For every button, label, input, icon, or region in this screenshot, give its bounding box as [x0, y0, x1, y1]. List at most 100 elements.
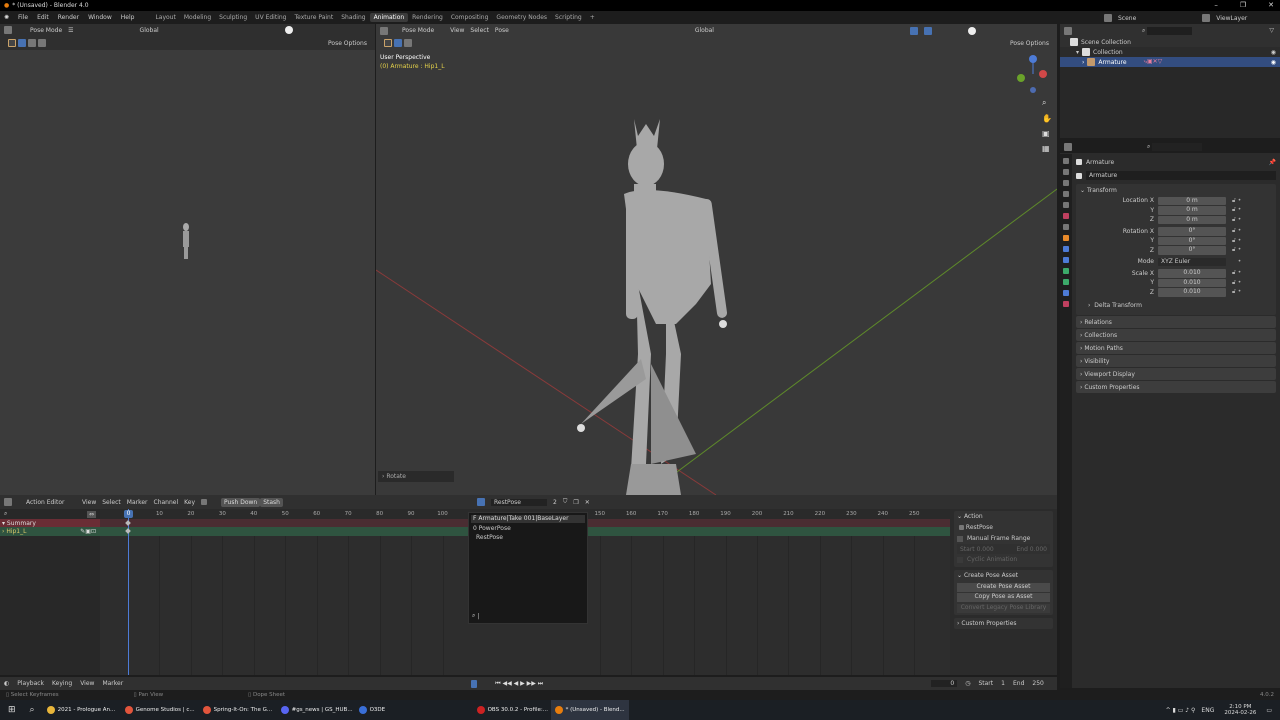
lock-icon[interactable]: 🔓︎ • [1232, 246, 1241, 254]
world-tab-icon[interactable] [1063, 213, 1069, 219]
current-frame-field[interactable]: 0 [931, 680, 958, 687]
workspace-tab--[interactable]: + [586, 13, 599, 22]
action-name-field[interactable]: RestPose [490, 498, 547, 506]
workspace-tab-animation[interactable]: Animation [369, 13, 409, 22]
mode-select[interactable]: Pose Mode [30, 27, 62, 34]
outliner-item[interactable]: Scene Collection [1081, 39, 1131, 46]
taskbar-app[interactable]: 2021 - Prologue An... [43, 700, 121, 720]
object-tab-icon[interactable] [1063, 235, 1069, 241]
delta-transform-panel[interactable]: › Delta Transform [1076, 300, 1276, 311]
render-tab-icon[interactable] [1063, 169, 1069, 175]
menu-edit[interactable]: Edit [37, 14, 49, 21]
menu-view[interactable]: View [82, 499, 96, 506]
workspace-tab-texture-paint[interactable]: Texture Paint [290, 13, 337, 22]
start-frame-field[interactable]: 1 [1001, 680, 1005, 687]
menu-channel[interactable]: Channel [154, 499, 179, 506]
end-frame-field[interactable]: 250 [1032, 680, 1043, 687]
modifier-tab-icon[interactable] [1063, 246, 1069, 252]
camera-icon[interactable]: ▣ [1042, 129, 1052, 138]
display-mode-icon[interactable] [1064, 26, 1072, 35]
transform-field[interactable]: 0° [1158, 236, 1226, 245]
transform-field[interactable]: 0.010 [1158, 288, 1226, 297]
lock-icon[interactable]: 🔓︎ • [1232, 227, 1241, 235]
menu-keying[interactable]: Keying [52, 680, 72, 687]
workspace-tab-geometry-nodes[interactable]: Geometry Nodes [492, 13, 551, 22]
language-indicator[interactable]: ENG [1201, 707, 1214, 714]
menu-key[interactable]: Key [184, 499, 195, 506]
filter-icon[interactable] [201, 499, 208, 505]
taskbar-app[interactable]: Genome Studios | c... [121, 700, 199, 720]
filter-icon[interactable]: ▽ [1269, 27, 1274, 34]
lock-icon[interactable]: 🔓︎ • [1232, 216, 1241, 224]
stopwatch-icon[interactable]: ◷ [965, 680, 970, 687]
workspace-tab-rendering[interactable]: Rendering [408, 13, 447, 22]
grid-icon[interactable]: ▦ [1042, 144, 1052, 153]
panel-viewport-display[interactable]: › Viewport Display [1076, 368, 1276, 380]
select-mode-icon[interactable] [28, 39, 36, 47]
manual-range-checkbox[interactable] [957, 535, 963, 542]
workspace-tab-shading[interactable]: Shading [337, 13, 369, 22]
search-icon[interactable]: ⌕ [4, 510, 7, 518]
custom-properties-panel[interactable]: › Custom Properties [954, 618, 1053, 629]
transform-field[interactable]: 0.010 [1158, 278, 1226, 287]
maximize-button[interactable]: ❐ [1240, 1, 1246, 9]
menu-help[interactable]: Help [121, 14, 135, 21]
left-viewport[interactable]: Pose Mode ☰ Global Pose Options [0, 24, 375, 495]
unlink-icon[interactable]: ✕ [585, 499, 590, 506]
orientation-select[interactable]: Global [140, 27, 159, 34]
taskbar-app[interactable]: Spring-It-On: The G... [199, 700, 277, 720]
menu-select[interactable]: Select [102, 499, 121, 506]
search-icon[interactable]: ⌕ [30, 705, 35, 715]
texture-tab-icon[interactable] [1063, 301, 1069, 307]
transform-field[interactable]: 0.010 [1158, 269, 1226, 278]
action-browse-icon[interactable] [476, 498, 485, 506]
collection-tab-icon[interactable] [1063, 224, 1069, 230]
stash-button[interactable]: Stash [260, 497, 283, 507]
action-users-count[interactable]: 2 [553, 499, 557, 506]
current-frame-indicator[interactable]: 0 [124, 510, 133, 518]
push-down-button[interactable]: Push Down [221, 497, 261, 507]
scene-select[interactable]: Scene [1118, 15, 1136, 22]
panel-relations[interactable]: › Relations [1076, 316, 1276, 328]
start-button-icon[interactable]: ⊞ [8, 705, 16, 715]
transform-field[interactable]: 0 m [1158, 215, 1226, 224]
pose-options[interactable]: Pose Options [328, 40, 367, 47]
editor-mode-select[interactable]: Action Editor [26, 499, 76, 506]
workspace-tab-compositing[interactable]: Compositing [447, 13, 493, 22]
minimize-button[interactable]: – [1214, 1, 1218, 9]
physics-tab-icon[interactable] [1063, 257, 1069, 263]
channel-toggles-icon[interactable]: ✎▣⊡ [80, 528, 96, 535]
action-option[interactable]: 0 PowerPose [469, 525, 587, 534]
outliner-item[interactable]: Collection [1093, 49, 1123, 56]
view-layer-tab-icon[interactable] [1063, 191, 1069, 197]
menu-file[interactable]: File [18, 14, 28, 21]
taskbar-app[interactable]: #gs_news | GS_HUB... [277, 700, 355, 720]
output-tab-icon[interactable] [1063, 180, 1069, 186]
close-button[interactable]: ✕ [1268, 1, 1274, 9]
menu-playback[interactable]: Playback [17, 680, 44, 687]
blender-menu-icon[interactable]: ✺ [4, 14, 9, 21]
scene-icon[interactable] [1104, 14, 1112, 22]
action-option[interactable]: RestPose [469, 534, 587, 543]
convert-legacy-button[interactable]: Convert Legacy Pose Library [957, 604, 1050, 613]
select-box-icon[interactable] [18, 39, 26, 47]
channel-summary[interactable]: ▾ Summary [0, 519, 100, 527]
menu-marker[interactable]: Marker [102, 680, 123, 687]
action-panel-header[interactable]: ⌄ Action [957, 513, 1050, 522]
fake-user-icon[interactable]: ⛉ [563, 498, 568, 506]
panel-motion-paths[interactable]: › Motion Paths [1076, 342, 1276, 354]
lock-icon[interactable]: 🔓︎ • [1232, 206, 1241, 214]
lock-icon[interactable]: 🔓︎ • [1232, 197, 1241, 205]
playhead[interactable] [128, 509, 129, 675]
auto-keying-icon[interactable] [471, 679, 478, 688]
transform-field[interactable]: 0° [1158, 227, 1226, 236]
main-viewport[interactable]: Pose Mode View Select Pose Global Pose O… [376, 24, 1057, 495]
taskbar-app[interactable]: OBS 30.0.2 - Profile:... [473, 700, 551, 720]
select-mode-icon[interactable] [38, 39, 46, 47]
action-option[interactable]: F Armature|Take 001|BaseLayer [471, 515, 585, 523]
scene-tab-icon[interactable] [1063, 202, 1069, 208]
duplicate-icon[interactable]: ❐ [573, 499, 578, 506]
pin-icon[interactable]: 📌 [1269, 159, 1276, 166]
rotation-mode-select[interactable]: XYZ Euler [1158, 257, 1226, 266]
clock-date[interactable]: 2024-02-26 [1224, 710, 1256, 716]
